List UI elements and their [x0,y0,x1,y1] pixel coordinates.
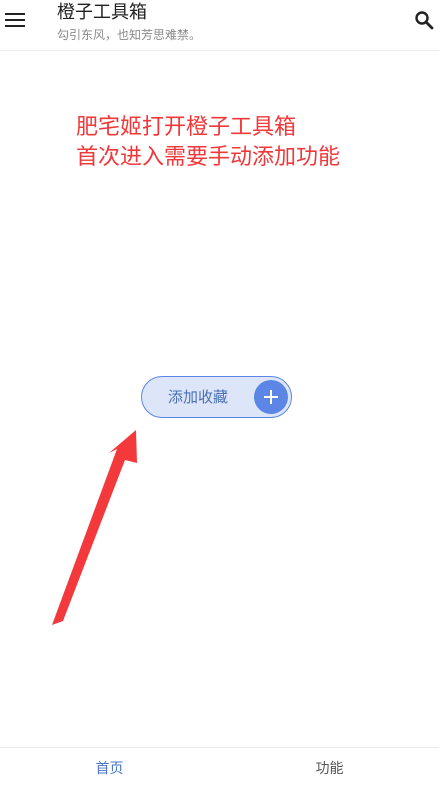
red-annotation-text: 肥宅姬打开橙子工具箱 首次进入需要手动添加功能 [76,113,340,173]
search-icon [414,10,434,34]
menu-button[interactable] [4,8,26,36]
bottom-navigation: 首页 功能 [0,747,439,788]
tab-home[interactable]: 首页 [0,748,219,788]
add-favorite-label: 添加收藏 [168,388,229,406]
app-title: 橙子工具箱 [57,2,147,23]
tab-functions[interactable]: 功能 [220,748,439,788]
top-app-bar: 橙子工具箱 勾引东风，也知芳思难禁。 [0,0,439,51]
plus-icon [254,380,288,414]
search-button[interactable] [412,10,436,34]
add-favorite-button[interactable]: 添加收藏 [141,376,292,418]
app-subtitle: 勾引东风，也知芳思难禁。 [57,28,202,42]
menu-icon [5,12,25,32]
annotation-line-2: 首次进入需要手动添加功能 [76,145,341,170]
annotation-line-1: 肥宅姬打开橙子工具箱 [76,115,297,140]
